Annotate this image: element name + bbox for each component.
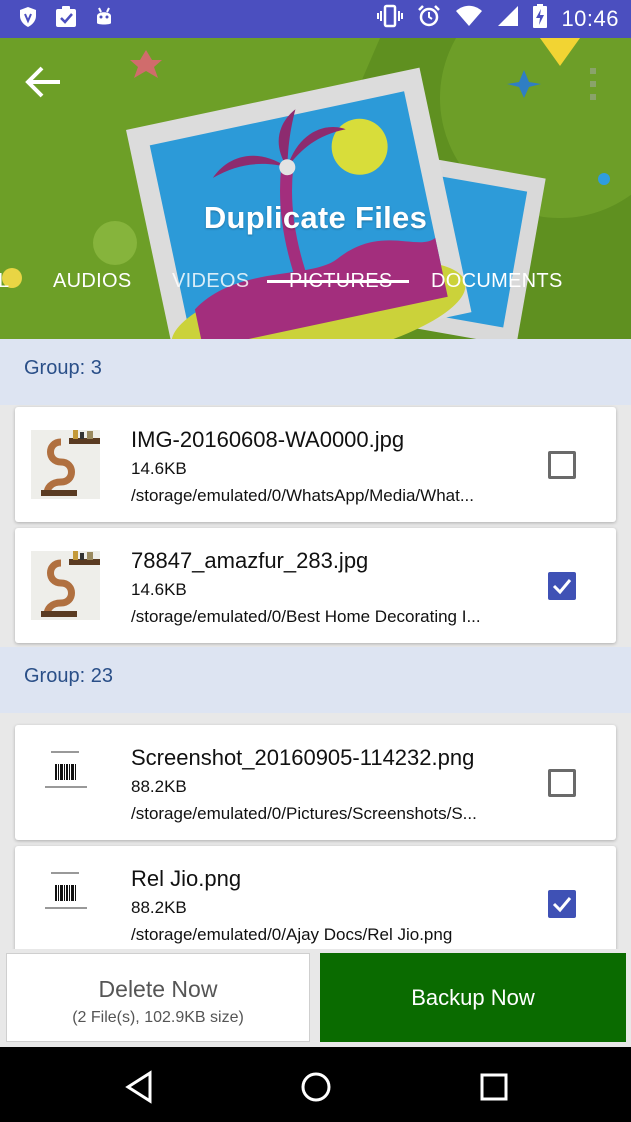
select-checkbox[interactable] (548, 890, 576, 918)
nav-recents-icon (480, 1073, 508, 1101)
select-checkbox[interactable] (548, 451, 576, 479)
shelf-photo-icon (31, 551, 100, 620)
arrow-back-icon (25, 66, 60, 98)
nav-home-icon (301, 1072, 331, 1102)
file-path: /storage/emulated/0/Best Home Decorating… (131, 607, 481, 626)
header-banner: Duplicate Files L AUDIOS VIDEOS PICTURES… (0, 38, 631, 339)
select-checkbox[interactable] (548, 769, 576, 797)
group-label: Group: 23 (24, 665, 113, 687)
nav-back-button[interactable] (120, 1067, 160, 1107)
back-button[interactable] (22, 60, 66, 104)
tab-all[interactable]: L (0, 270, 9, 293)
list-item[interactable]: Rel Jio.png 88.2KB /storage/emulated/0/A… (15, 846, 616, 949)
backup-now-button[interactable]: Backup Now (320, 953, 626, 1042)
file-path: /storage/emulated/0/Ajay Docs/Rel Jio.pn… (131, 925, 453, 944)
delete-summary: (2 File(s), 102.9KB size) (72, 1009, 244, 1026)
file-size: 88.2KB (131, 898, 187, 917)
vibrate-icon (377, 4, 404, 33)
shield-icon (18, 6, 38, 33)
nav-home-button[interactable] (296, 1067, 336, 1107)
page-title: Duplicate Files (203, 200, 428, 235)
file-size: 14.6KB (131, 459, 187, 478)
group-header: Group: 3 (0, 339, 631, 405)
nav-recents-button[interactable] (474, 1067, 514, 1107)
file-path: /storage/emulated/0/Pictures/Screenshots… (131, 804, 477, 823)
checkmark-icon (552, 897, 572, 913)
file-thumbnail (31, 430, 100, 499)
file-size: 88.2KB (131, 777, 187, 796)
file-name: 78847_amazfur_283.jpg (131, 548, 369, 573)
tab-indicator (267, 280, 409, 283)
action-bar: Delete Now (2 File(s), 102.9KB size) Bac… (0, 949, 631, 1047)
status-right-icons: 10:46 (377, 4, 619, 33)
list-item[interactable]: IMG-20160608-WA0000.jpg 14.6KB /storage/… (15, 407, 616, 522)
file-thumbnail (31, 869, 100, 938)
wifi-icon (455, 5, 483, 32)
file-name: IMG-20160608-WA0000.jpg (131, 427, 405, 452)
alarm-icon (417, 4, 441, 33)
group-label: Group: 3 (24, 357, 102, 379)
tab-videos[interactable]: VIDEOS (172, 270, 249, 293)
status-time: 10:46 (561, 5, 619, 31)
file-path: /storage/emulated/0/WhatsApp/Media/What.… (131, 486, 475, 505)
signal-icon (497, 5, 519, 32)
duplicate-file-list[interactable]: Group: 3 IMG-20160608-WA0000.jpg 14.6KB … (0, 339, 631, 949)
file-size: 14.6KB (131, 580, 187, 599)
delete-now-label: Delete Now (98, 976, 218, 1002)
file-name: Screenshot_20160905-114232.png (131, 745, 475, 770)
battery-charging-icon (533, 4, 548, 33)
select-checkbox[interactable] (548, 572, 576, 600)
tab-documents[interactable]: DOCUMENTS (431, 270, 563, 293)
file-thumbnail (31, 748, 100, 817)
delete-now-button[interactable]: Delete Now (2 File(s), 102.9KB size) (6, 953, 310, 1042)
status-bar: 10:46 (0, 0, 631, 38)
nav-back-icon (125, 1070, 152, 1104)
status-left-icons (18, 6, 114, 33)
tab-audios[interactable]: AUDIOS (53, 270, 131, 293)
checkmark-icon (552, 579, 572, 595)
group-header: Group: 23 (0, 647, 631, 713)
clipboard-check-icon (54, 6, 78, 33)
barcode-document-icon (31, 748, 100, 817)
list-item[interactable]: 78847_amazfur_283.jpg 14.6KB /storage/em… (15, 528, 616, 643)
shelf-photo-icon (31, 430, 100, 499)
file-thumbnail (31, 551, 100, 620)
android-icon (94, 7, 114, 32)
overflow-menu-button[interactable] (585, 64, 601, 104)
overflow-menu-icon (590, 68, 596, 100)
list-item[interactable]: Screenshot_20160905-114232.png 88.2KB /s… (15, 725, 616, 840)
system-nav-bar (0, 1047, 631, 1122)
file-name: Rel Jio.png (131, 866, 242, 891)
category-tabs: L AUDIOS VIDEOS PICTURES DOCUMENTS (0, 270, 631, 320)
barcode-document-icon (31, 869, 100, 938)
